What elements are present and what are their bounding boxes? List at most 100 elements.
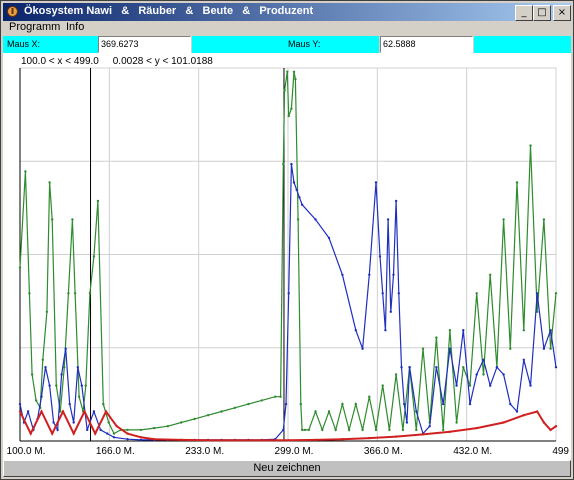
series-point-1 <box>86 428 89 432</box>
series-point-0 <box>279 395 282 398</box>
x-tick-label: 432.0 M. <box>453 446 492 457</box>
series-point-1 <box>386 218 390 221</box>
series-point-2 <box>61 410 65 413</box>
series-point-2 <box>94 432 97 435</box>
title-bar[interactable]: Ökosystem Nawi & Räuber & Beute & Produz… <box>3 3 571 21</box>
series-point-0 <box>92 255 96 258</box>
series-point-1 <box>99 428 102 432</box>
series-point-2 <box>502 421 505 424</box>
maximize-button[interactable]: □ <box>533 5 551 21</box>
series-point-1 <box>52 421 55 424</box>
range-readout: 100.0 < x < 499.0 0.0028 < y < 101.0188 <box>21 56 213 67</box>
mouse-y-field[interactable]: 62.5888 <box>380 36 473 53</box>
series-point-1 <box>462 329 465 332</box>
series-point-1 <box>48 384 51 387</box>
series-point-1 <box>403 402 406 406</box>
series-point-1 <box>502 373 505 376</box>
series-point-1 <box>549 329 552 332</box>
series-point-0 <box>415 428 418 432</box>
series-point-1 <box>284 402 288 406</box>
series-point-0 <box>153 426 156 430</box>
plot-canvas[interactable]: 100.0 M. 166.0 M. 233.0 M. 299.0 M. 366.0 M.… <box>3 53 571 460</box>
series-point-0 <box>475 292 478 295</box>
series-point-1 <box>341 273 344 276</box>
series-point-0 <box>321 428 324 432</box>
series-point-0 <box>435 336 438 339</box>
series-point-1 <box>72 421 75 424</box>
window-title: Ökosystem Nawi & Räuber & Beute & Produz… <box>24 5 314 17</box>
plot-area[interactable]: 100.0 M. 166.0 M. 233.0 M. 299.0 M. 366.0 M.… <box>3 53 571 460</box>
series-point-0 <box>307 428 310 432</box>
series-point-0 <box>102 402 105 406</box>
series-point-0 <box>374 428 378 432</box>
series-point-0 <box>286 70 289 73</box>
series-point-1 <box>397 292 400 295</box>
series-point-0 <box>28 292 31 295</box>
series-point-1 <box>26 410 30 413</box>
series-point-0 <box>347 428 351 432</box>
series-point-0 <box>542 218 546 221</box>
series-point-1 <box>327 236 331 240</box>
series-point-1 <box>126 438 129 441</box>
series-point-1 <box>106 432 109 435</box>
series-point-2 <box>139 436 143 439</box>
series-point-0 <box>112 432 116 435</box>
menu-bar: Programm Info <box>3 21 571 35</box>
series-point-0 <box>206 414 210 417</box>
series-point-2 <box>475 426 478 430</box>
series-point-1 <box>68 402 71 406</box>
series-point-1 <box>40 395 43 398</box>
redraw-button[interactable]: Neu zeichnen <box>3 460 571 477</box>
series-point-1 <box>381 292 384 295</box>
series-point-0 <box>554 292 558 295</box>
series-point-0 <box>401 428 405 432</box>
series-point-1 <box>368 273 371 276</box>
series-point-0 <box>294 77 297 81</box>
menu-info[interactable]: Info <box>66 21 84 33</box>
series-point-2 <box>542 421 546 424</box>
series-point-1 <box>529 384 532 387</box>
series-point-0 <box>299 402 302 406</box>
series-point-0 <box>247 402 250 406</box>
series-point-0 <box>274 395 277 398</box>
series-point-0 <box>84 384 88 387</box>
series-point-0 <box>300 428 304 432</box>
series-point-0 <box>18 266 22 269</box>
x-tick-label: 299.0 M. <box>275 446 314 457</box>
series-point-2 <box>51 432 54 435</box>
series-point-2 <box>180 438 183 442</box>
series-point-0 <box>455 421 458 424</box>
series-point-0 <box>220 410 223 413</box>
series-point-1 <box>56 428 59 432</box>
series-point-0 <box>314 410 317 413</box>
series-point-0 <box>549 347 552 350</box>
minimize-button[interactable]: _ <box>515 5 533 21</box>
series-point-0 <box>55 384 58 387</box>
series-point-1 <box>435 366 438 369</box>
series-point-0 <box>522 329 525 332</box>
series-point-0 <box>283 89 286 92</box>
menu-programm[interactable]: Programm <box>9 21 60 33</box>
series-point-1 <box>292 181 296 184</box>
series-point-0 <box>292 70 296 73</box>
series-point-1 <box>354 329 357 332</box>
series-point-0 <box>48 181 51 184</box>
series-point-0 <box>442 428 445 432</box>
series-point-1 <box>314 218 317 221</box>
series-point-0 <box>509 347 512 350</box>
series-point-1 <box>405 421 409 424</box>
series-point-2 <box>206 439 210 442</box>
close-button[interactable]: × <box>553 5 571 21</box>
series-point-1 <box>482 358 485 361</box>
series-point-2 <box>287 439 290 442</box>
series-point-0 <box>468 384 472 387</box>
x-tick-label: 166.0 M. <box>96 446 135 457</box>
series-point-1 <box>509 402 512 406</box>
series-point-0 <box>388 428 391 432</box>
series-point-0 <box>394 373 398 376</box>
mouse-x-field[interactable]: 369.6273 <box>98 36 191 53</box>
series-point-0 <box>529 144 532 147</box>
series-point-1 <box>287 292 290 295</box>
series-point-0 <box>341 402 344 406</box>
series-point-1 <box>389 310 392 313</box>
